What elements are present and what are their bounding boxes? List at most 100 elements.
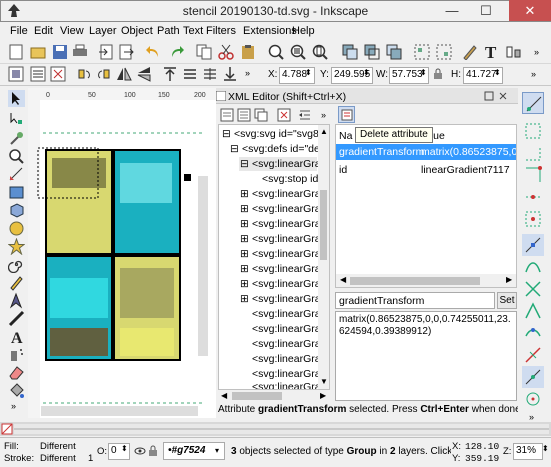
x-spin-icon[interactable]: ⬍ xyxy=(305,68,312,77)
scroll-left-icon[interactable]: ◀ xyxy=(221,391,227,400)
duplicate-icon[interactable] xyxy=(342,44,358,60)
pencil-tool-icon[interactable] xyxy=(8,274,25,291)
tree-vscroll-thumb[interactable] xyxy=(320,190,327,260)
layer-lock-icon[interactable] xyxy=(148,445,158,457)
width-spin-icon[interactable]: ⬍ xyxy=(420,68,427,77)
scroll-up-icon[interactable]: ▲ xyxy=(320,127,328,136)
paste-icon[interactable] xyxy=(240,44,256,60)
toolbox-overflow-icon[interactable]: » xyxy=(11,401,16,411)
snap-object-center-icon[interactable] xyxy=(522,388,544,410)
rectangle-tool-icon[interactable] xyxy=(8,184,25,201)
menu-path[interactable]: Path xyxy=(157,25,180,37)
print-icon[interactable] xyxy=(72,44,88,60)
raise-icon[interactable] xyxy=(182,66,198,82)
zoom-page-icon[interactable] xyxy=(312,44,328,60)
snap-bbox-icon[interactable] xyxy=(522,120,544,142)
tree-expander[interactable]: ⊞ xyxy=(240,218,249,230)
tree-expander[interactable]: ⊟ xyxy=(240,158,249,170)
lower-to-bottom-icon[interactable] xyxy=(222,66,238,82)
duplicate-node-icon[interactable] xyxy=(254,108,268,122)
open-folder-icon[interactable] xyxy=(30,44,46,60)
attr-value-textarea[interactable]: matrix(0.86523875,0,0,0.74255011,23.6245… xyxy=(335,311,517,401)
select-all-layers-icon[interactable] xyxy=(30,66,46,82)
tree-node-stop[interactable]: <svg:stop id= xyxy=(262,173,324,185)
canvas[interactable]: 0 50 100 150 200 xyxy=(28,88,216,418)
snap-others-icon[interactable] xyxy=(522,366,544,388)
new-document-icon[interactable] xyxy=(8,44,24,60)
flip-horizontal-icon[interactable] xyxy=(116,66,132,82)
attr-name[interactable]: id xyxy=(339,164,347,176)
scroll-right-icon[interactable]: ▶ xyxy=(320,391,326,400)
tree-expander[interactable]: ⊞ xyxy=(240,248,249,260)
snap-to-paths-icon[interactable] xyxy=(522,256,544,278)
tree-expander[interactable]: ⊞ xyxy=(240,293,249,305)
tree-node-svg[interactable]: <svg:svg id="svg8"> xyxy=(234,128,329,140)
attr-value[interactable]: linearGradient7117 xyxy=(421,164,510,176)
snap-enable-icon[interactable] xyxy=(522,92,544,114)
zoom-spin-icon[interactable]: ⬍ xyxy=(542,444,549,453)
select-all-icon[interactable] xyxy=(8,66,24,82)
text-tool-icon[interactable]: A xyxy=(8,328,25,345)
ungroup-icon[interactable] xyxy=(436,44,452,60)
tree-expander[interactable]: ⊞ xyxy=(240,233,249,245)
attr-scroll-left-icon[interactable]: ◀ xyxy=(340,275,346,284)
node-toolbar-overflow-icon[interactable]: » xyxy=(321,110,326,120)
cut-icon[interactable] xyxy=(218,44,234,60)
lower-icon[interactable] xyxy=(202,66,218,82)
zoom-tool-icon[interactable] xyxy=(8,148,25,165)
clone-icon[interactable] xyxy=(364,44,380,60)
new-text-node-icon[interactable] xyxy=(237,108,251,122)
snap-bbox-edge-icon[interactable] xyxy=(522,142,544,164)
toolbar2-more-icon[interactable]: » xyxy=(531,69,536,79)
toolbar-overflow-icon[interactable]: » xyxy=(534,47,539,57)
attr-scroll-right-icon[interactable]: ▶ xyxy=(506,275,512,284)
node-tool-icon[interactable] xyxy=(8,110,25,127)
minimize-button[interactable]: — xyxy=(437,0,467,21)
rotate-ccw-icon[interactable] xyxy=(76,66,92,82)
opacity-spin-icon[interactable]: ⬍ xyxy=(121,444,128,453)
save-icon[interactable] xyxy=(52,44,68,60)
zoom-selection-icon[interactable] xyxy=(268,44,284,60)
attr-name-header[interactable]: Na xyxy=(339,130,352,142)
measure-tool-icon[interactable] xyxy=(8,166,25,183)
menu-layer[interactable]: Layer xyxy=(89,25,117,37)
tweak-tool-icon[interactable] xyxy=(8,130,25,147)
align-distribute-icon[interactable] xyxy=(506,44,522,60)
tree-node-defs[interactable]: <svg:defs id="defs xyxy=(242,143,328,155)
menu-view[interactable]: View xyxy=(60,25,84,37)
menu-text[interactable]: Text xyxy=(183,25,203,37)
export-icon[interactable] xyxy=(118,44,134,60)
close-button[interactable]: ✕ xyxy=(509,0,551,21)
pen-bezier-tool-icon[interactable] xyxy=(8,292,25,309)
redo-icon[interactable] xyxy=(168,44,184,60)
snap-path-intersections-icon[interactable] xyxy=(522,278,544,300)
fill-stroke-icon[interactable] xyxy=(462,44,478,60)
lock-ratio-icon[interactable] xyxy=(433,68,443,80)
tree-expander[interactable]: ⊞ xyxy=(240,263,249,275)
tree-hscroll-thumb[interactable] xyxy=(232,392,282,400)
spiral-tool-icon[interactable] xyxy=(8,256,25,273)
tree-expander[interactable]: ⊟ xyxy=(230,143,239,155)
3d-box-tool-icon[interactable] xyxy=(8,202,25,219)
zoom-input[interactable]: 31% xyxy=(513,443,543,460)
text-font-icon[interactable]: T xyxy=(484,43,500,61)
import-icon[interactable] xyxy=(98,44,114,60)
ellipse-tool-icon[interactable] xyxy=(8,220,25,237)
snap-line-midpoints-icon[interactable] xyxy=(522,344,544,366)
menu-help[interactable]: Help xyxy=(292,25,315,37)
scroll-down-icon[interactable]: ▼ xyxy=(320,377,328,386)
zoom-drawing-icon[interactable] xyxy=(290,44,306,60)
selector-tool-icon[interactable] xyxy=(8,90,25,107)
menu-file[interactable]: File xyxy=(10,25,28,37)
tree-expander[interactable]: ⊞ xyxy=(240,188,249,200)
snap-bbox-corner-icon[interactable] xyxy=(522,164,544,186)
snapbar-overflow-icon[interactable]: » xyxy=(529,412,534,422)
delete-node-icon[interactable] xyxy=(277,108,291,122)
menu-edit[interactable]: Edit xyxy=(34,25,53,37)
flip-vertical-icon[interactable] xyxy=(136,66,152,82)
attr-name[interactable]: gradientTransform xyxy=(339,146,424,158)
attr-hscroll-thumb[interactable] xyxy=(350,277,480,285)
toolbar2-overflow-icon[interactable]: » xyxy=(245,68,250,78)
raise-to-top-icon[interactable] xyxy=(162,66,178,82)
unindent-node-icon[interactable] xyxy=(298,108,312,122)
